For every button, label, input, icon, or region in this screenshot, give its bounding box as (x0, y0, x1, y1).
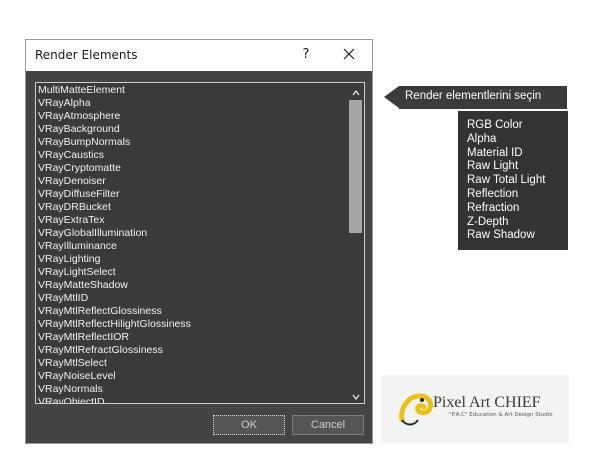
info-list-item: Reflection (467, 187, 519, 200)
scroll-down-button[interactable] (347, 387, 364, 403)
list-item[interactable]: VRayBackground (38, 123, 344, 136)
list-item[interactable]: VRayMtlReflectIOR (38, 331, 344, 344)
info-list-item: Z-Depth (467, 215, 509, 228)
list-item[interactable]: VRayNoiseLevel (38, 370, 344, 383)
scroll-up-button[interactable] (347, 83, 364, 99)
list-item[interactable]: VRayMtlReflectGlossiness (38, 305, 344, 318)
info-list-item: Material ID (467, 146, 523, 159)
list-item[interactable]: VRayMtlID (38, 292, 344, 305)
info-list-item: Raw Shadow (467, 229, 535, 242)
list-item[interactable]: VRayIlluminance (38, 240, 344, 253)
logo-tagline: "P.A.C" Education & Art Design Studio (449, 412, 553, 418)
list-item[interactable]: VRayNormals (38, 383, 344, 396)
dialog-titlebar: Render Elements ? (26, 40, 372, 71)
render-elements-list[interactable]: MultiMatteElement VRayAlpha VRayAtmosphere… (35, 82, 365, 404)
render-elements-dialog: Render Elements ? MultiMatteElement VRayA… (25, 39, 373, 444)
info-list-item: Raw Total Light (467, 174, 546, 187)
info-list-item: Refraction (467, 201, 520, 214)
list-item[interactable]: VRayLightSelect (38, 266, 344, 279)
dialog-title: Render Elements (35, 48, 138, 62)
list-item[interactable]: VRayBumpNormals (38, 136, 344, 149)
callout-arrow (384, 86, 399, 108)
list-item[interactable]: VRayAtmosphere (38, 110, 344, 123)
list-item[interactable]: VRayExtraTex (38, 214, 344, 227)
list-item[interactable]: VRayDiffuseFilter (38, 188, 344, 201)
chevron-down-icon (351, 394, 360, 401)
close-button[interactable] (338, 44, 360, 66)
list-item[interactable]: VRayMtlReflectHilightGlossiness (38, 318, 344, 331)
element-info-list: RGB Color Alpha Material ID Raw Light Raw To… (467, 119, 545, 243)
help-button[interactable]: ? (296, 44, 316, 66)
scroll-thumb[interactable] (349, 100, 362, 233)
list-item[interactable]: VRayCryptomatte (38, 162, 344, 175)
ok-button[interactable]: OK (213, 415, 285, 435)
list-item[interactable]: VRayObjectID (38, 396, 344, 403)
logo-name: Pixel Art CHIEF (433, 394, 541, 411)
list-item[interactable]: VRayAlpha (38, 97, 344, 110)
list-item[interactable]: VRayMatteShadow (38, 279, 344, 292)
list-item[interactable]: VRayMtlSelect (38, 357, 344, 370)
chameleon-logo-icon (399, 393, 433, 426)
list-item[interactable]: VRayMtlRefractGlossiness (38, 344, 344, 357)
info-list-item: Raw Light (467, 160, 519, 173)
list-item[interactable]: VRayDRBucket (38, 201, 344, 214)
list-items: MultiMatteElement VRayAlpha VRayAtmosphere… (38, 84, 344, 403)
cancel-button[interactable]: Cancel (292, 415, 364, 435)
list-item[interactable]: VRayLighting (38, 253, 344, 266)
element-info-box: RGB Color Alpha Material ID Raw Light Raw To… (458, 111, 568, 250)
callout-text: Render elementlerini seçin (405, 90, 542, 102)
info-list-item: RGB Color (467, 119, 523, 131)
close-icon (343, 48, 355, 60)
list-item[interactable]: MultiMatteElement (38, 84, 344, 97)
list-scrollbar[interactable] (347, 83, 364, 403)
chevron-up-icon (351, 89, 360, 96)
list-item[interactable]: VRayDenoiser (38, 175, 344, 188)
list-item[interactable]: VRayCaustics (38, 149, 344, 162)
brand-logo: Pixel Art CHIEF "P.A.C" Education & Art … (381, 375, 569, 443)
callout-banner: Render elementlerini seçin (399, 86, 567, 109)
list-item[interactable]: VRayGlobalIllumination (38, 227, 344, 240)
info-list-item: Alpha (467, 132, 497, 145)
